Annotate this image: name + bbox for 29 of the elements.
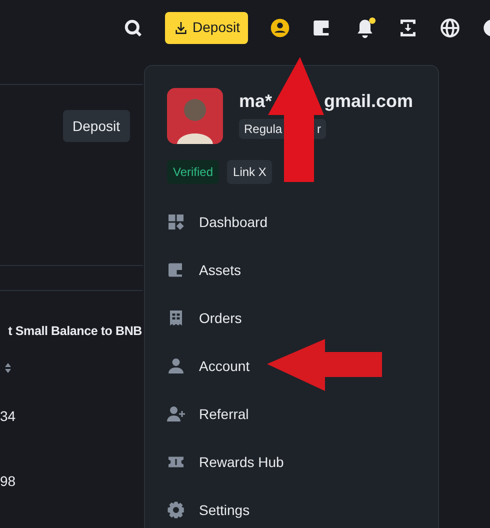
email-text: gmail.com <box>324 90 414 113</box>
menu-item[interactable]: Settings <box>167 486 416 528</box>
email-text: ma* <box>239 90 272 113</box>
sort-icon[interactable] <box>4 363 12 373</box>
table-cell: 98 <box>0 472 16 490</box>
download-icon <box>172 20 189 36</box>
search-icon[interactable] <box>122 18 143 38</box>
verified-badge: Verified <box>167 160 220 184</box>
table-cell: 34 <box>0 407 16 425</box>
menu-item[interactable]: Referral <box>167 390 416 438</box>
deposit-button[interactable]: Deposit <box>62 110 130 142</box>
download-icon[interactable] <box>398 18 418 38</box>
link-badge[interactable]: Link X <box>227 160 272 184</box>
user-icon <box>167 357 185 375</box>
avatar <box>167 88 223 144</box>
menu-item[interactable]: Account <box>167 342 416 390</box>
convert-link[interactable]: t Small Balance to BNB <box>8 322 142 340</box>
settings-icon <box>167 501 185 519</box>
deposit-button[interactable]: Deposit <box>164 12 248 44</box>
user-icon[interactable] <box>270 18 290 38</box>
add-user-icon <box>167 405 185 423</box>
receipt-icon <box>167 309 185 327</box>
menu-item[interactable]: Rewards Hub <box>167 438 416 486</box>
menu-item[interactable]: Assets <box>167 246 416 294</box>
globe-icon[interactable] <box>440 18 460 38</box>
menu-item[interactable]: Dashboard <box>167 198 416 246</box>
wallet-icon <box>167 261 185 279</box>
dashboard-icon <box>167 213 185 231</box>
menu-item[interactable]: Orders <box>167 294 416 342</box>
